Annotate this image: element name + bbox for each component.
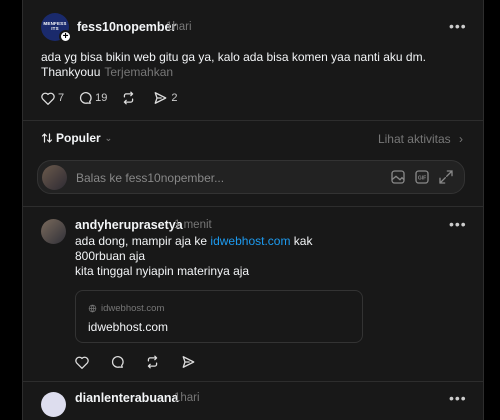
globe-icon — [88, 304, 97, 313]
post-text-line1: ada yg bisa bikin web gitu ga ya, kalo a… — [41, 50, 426, 64]
image-icon[interactable] — [390, 169, 406, 185]
repost-icon — [147, 355, 158, 369]
share-button[interactable]: 2 — [153, 91, 178, 105]
post-username[interactable]: fess10nopember — [77, 20, 176, 34]
expand-icon[interactable] — [438, 169, 454, 185]
chevron-down-icon: ⌄ — [104, 132, 113, 143]
link-preview-domain: idwebhost.com — [88, 320, 169, 334]
link-preview-domain-small: idwebhost.com — [88, 303, 164, 314]
thread-panel: MENFESS ITS + fess10nopember 1hari ••• a… — [22, 0, 484, 420]
comment-actions — [75, 355, 213, 369]
svg-text:GIF: GIF — [418, 175, 426, 181]
comment-repost-button[interactable] — [145, 355, 163, 369]
reply-icons: GIF — [390, 169, 454, 185]
next-comment-username[interactable]: dianlenterabuana — [75, 391, 179, 405]
comment-share-button[interactable] — [181, 355, 199, 369]
comment-username[interactable]: andyheruprasetya — [75, 218, 183, 232]
gif-icon[interactable]: GIF — [414, 169, 430, 185]
comment-bubble-icon — [80, 92, 92, 104]
post-time: 1hari — [166, 21, 192, 33]
post-text-line2: Thankyouu Terjemahkan — [41, 65, 173, 80]
sort-arrows-icon — [41, 133, 53, 143]
repost-icon — [124, 91, 134, 105]
comment-text-line3: kita tinggal nyiapin materinya aja — [75, 264, 250, 278]
view-activity-label: Lihat aktivitas — [377, 132, 451, 146]
post-more-icon[interactable]: ••• — [449, 18, 467, 34]
heart-icon — [41, 92, 55, 105]
post-actions: 7 19 2 — [41, 91, 192, 105]
send-icon — [182, 356, 195, 368]
share-count: 2 — [171, 92, 178, 104]
divider — [23, 381, 483, 382]
like-count: 7 — [58, 92, 65, 104]
next-comment-more-icon[interactable]: ••• — [449, 390, 467, 406]
comment-bubble-icon — [111, 356, 124, 368]
comment-link[interactable]: idwebhost.com — [210, 234, 290, 248]
follow-plus-icon[interactable]: + — [59, 30, 72, 43]
link-preview-card[interactable]: idwebhost.com idwebhost.com — [75, 290, 363, 343]
comment-time: 1 menit — [174, 219, 212, 231]
comment-text-line2: 800rbuan aja — [75, 249, 146, 263]
sort-label: Populer — [56, 131, 101, 145]
comment-text-line1: ada dong, mampir aja ke idwebhost.com ka… — [75, 234, 312, 249]
next-comment-time: 1hari — [174, 392, 200, 404]
chevron-right-icon: › — [459, 132, 463, 146]
divider — [23, 206, 483, 207]
reply-box[interactable]: Balas ke fess10nopember... GIF — [37, 160, 465, 194]
comment-text-post: kak — [290, 234, 313, 248]
divider — [23, 120, 483, 121]
reply-input[interactable]: Balas ke fess10nopember... — [76, 171, 224, 185]
comment-count: 19 — [95, 92, 108, 104]
comment-more-icon[interactable]: ••• — [449, 216, 467, 232]
sort-dropdown[interactable]: Populer ⌄ — [41, 131, 112, 145]
next-comment-avatar[interactable] — [41, 392, 66, 417]
send-icon — [154, 92, 167, 104]
comment-reply-button[interactable] — [110, 355, 127, 369]
like-button[interactable]: 7 — [41, 92, 64, 105]
current-user-avatar — [42, 165, 67, 190]
comment-avatar[interactable] — [41, 219, 66, 244]
translate-link[interactable]: Terjemahkan — [104, 65, 173, 79]
comment-text-pre: ada dong, mampir aja ke — [75, 234, 211, 248]
link-preview-domain-small-text: idwebhost.com — [101, 303, 165, 314]
view-activity-link[interactable]: Lihat aktivitas › — [378, 132, 463, 146]
repost-button[interactable] — [121, 91, 139, 105]
comment-button[interactable]: 19 — [78, 91, 107, 105]
heart-icon — [75, 356, 89, 369]
comment-like-button[interactable] — [75, 356, 92, 369]
post-text-thankyou: Thankyouu — [41, 65, 101, 79]
